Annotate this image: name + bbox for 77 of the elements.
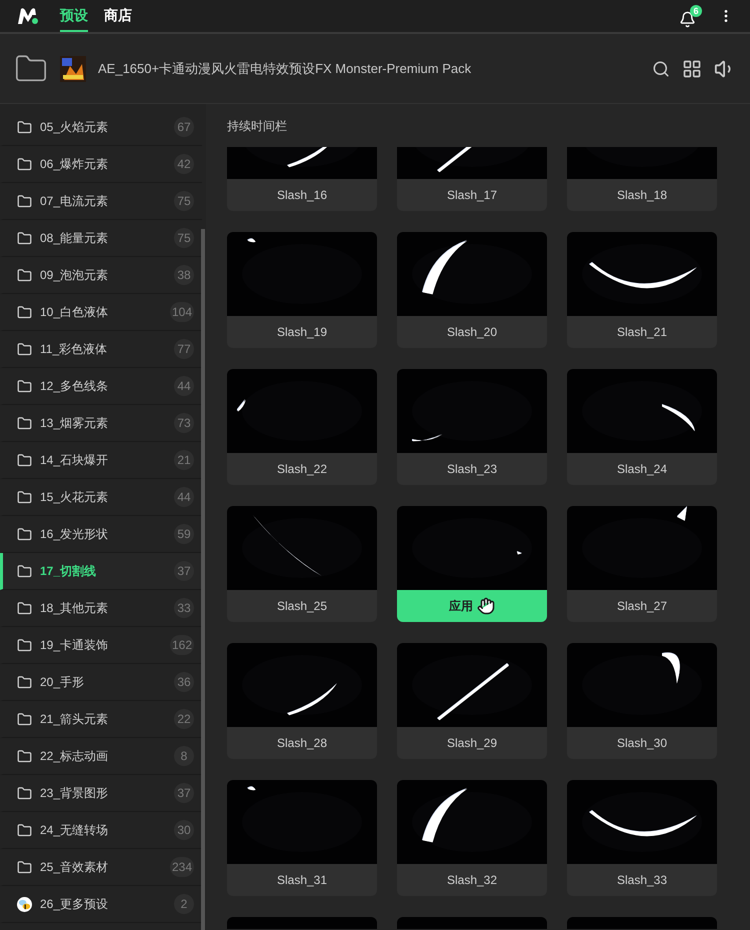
count-badge: 36 bbox=[174, 672, 194, 692]
folder-icon bbox=[17, 822, 32, 838]
folder-icon bbox=[17, 564, 32, 578]
sidebar-item[interactable]: 17_切割线 37 bbox=[0, 553, 202, 590]
count-badge: 37 bbox=[174, 561, 194, 581]
count-badge: 104 bbox=[170, 302, 194, 322]
count-badge: 8 bbox=[174, 746, 194, 766]
count-badge: 77 bbox=[174, 339, 194, 359]
sidebar-item[interactable]: 06_爆炸元素 42 bbox=[0, 146, 202, 183]
count-badge: 30 bbox=[174, 820, 194, 840]
count-badge: 73 bbox=[174, 413, 194, 433]
folder-icon bbox=[17, 786, 32, 800]
sidebar-item[interactable]: 08_能量元素 75 bbox=[0, 220, 202, 257]
folder-icon bbox=[17, 156, 32, 172]
card-label: Slash_28 bbox=[276, 735, 328, 752]
count-badge: 38 bbox=[174, 265, 194, 285]
section-title: 持续时间栏 bbox=[227, 118, 287, 134]
folder-icon bbox=[17, 378, 32, 394]
nav-tab[interactable]: 商店 bbox=[104, 0, 132, 32]
folder-icon bbox=[17, 490, 32, 504]
count-badge: 67 bbox=[174, 117, 194, 137]
card-label: Slash_21 bbox=[616, 324, 668, 341]
count-badge: 22 bbox=[174, 709, 194, 729]
nav-tab[interactable]: 预设 bbox=[60, 0, 88, 32]
folder-icon bbox=[17, 674, 32, 690]
count-badge: 75 bbox=[174, 228, 194, 248]
count-badge: 234 bbox=[170, 857, 194, 877]
count-badge: 75 bbox=[174, 191, 194, 211]
notification-badge: 6 bbox=[690, 4, 702, 16]
count-badge: 162 bbox=[170, 635, 194, 655]
folder-icon bbox=[17, 342, 32, 356]
count-badge: 2 bbox=[174, 894, 194, 914]
scrollbar[interactable] bbox=[201, 229, 205, 930]
count-badge: 59 bbox=[174, 524, 194, 544]
count-badge: 37 bbox=[174, 783, 194, 803]
bee-icon bbox=[17, 896, 32, 912]
folder-icon bbox=[17, 230, 32, 246]
card-label: Slash_23 bbox=[446, 461, 498, 478]
folder-icon bbox=[17, 120, 32, 134]
card-label: Slash_20 bbox=[446, 324, 498, 341]
card-label: Slash_27 bbox=[616, 598, 668, 615]
folder-icon bbox=[17, 452, 32, 468]
folder-icon bbox=[17, 304, 32, 320]
card-label: Slash_31 bbox=[276, 872, 328, 889]
card-label: Slash_19 bbox=[276, 324, 328, 341]
apply-button[interactable]: 应用 bbox=[397, 590, 547, 622]
hand-cursor-icon bbox=[477, 597, 495, 615]
pack-title: AE_1650+卡通动漫风火雷电特效预设FX Monster-Premium Pack bbox=[98, 60, 472, 78]
card-label: Slash_22 bbox=[276, 461, 328, 478]
card-label: Slash_16 bbox=[276, 187, 328, 204]
folder-icon bbox=[17, 268, 32, 282]
logo-icon bbox=[16, 6, 40, 26]
sidebar-item[interactable]: 05_火焰元素 67 bbox=[0, 109, 202, 146]
search-icon[interactable] bbox=[652, 60, 670, 78]
folder-icon bbox=[17, 860, 32, 874]
folder-icon bbox=[17, 748, 32, 764]
folder-icon bbox=[17, 600, 32, 616]
card-label: Slash_25 bbox=[276, 598, 328, 615]
count-badge: 42 bbox=[174, 154, 194, 174]
folder-icon bbox=[17, 712, 32, 726]
count-badge: 44 bbox=[174, 376, 194, 396]
card-label: Slash_24 bbox=[616, 461, 668, 478]
count-badge: 33 bbox=[174, 598, 194, 618]
sidebar-item[interactable]: 07_电流元素 75 bbox=[0, 183, 202, 220]
grid-view-icon[interactable] bbox=[682, 58, 702, 78]
card-label: Slash_33 bbox=[616, 872, 668, 889]
folder-icon bbox=[17, 194, 32, 208]
card-label: Slash_32 bbox=[446, 872, 498, 889]
count-badge: 21 bbox=[174, 450, 194, 470]
card-label: Slash_30 bbox=[616, 735, 668, 752]
card-label: Slash_17 bbox=[446, 187, 498, 204]
folder-icon bbox=[17, 638, 32, 652]
card-label: Slash_29 bbox=[446, 735, 498, 752]
folder-icon bbox=[17, 416, 32, 430]
card-label: Slash_18 bbox=[616, 187, 668, 204]
count-badge: 44 bbox=[174, 487, 194, 507]
folder-icon bbox=[17, 526, 32, 542]
